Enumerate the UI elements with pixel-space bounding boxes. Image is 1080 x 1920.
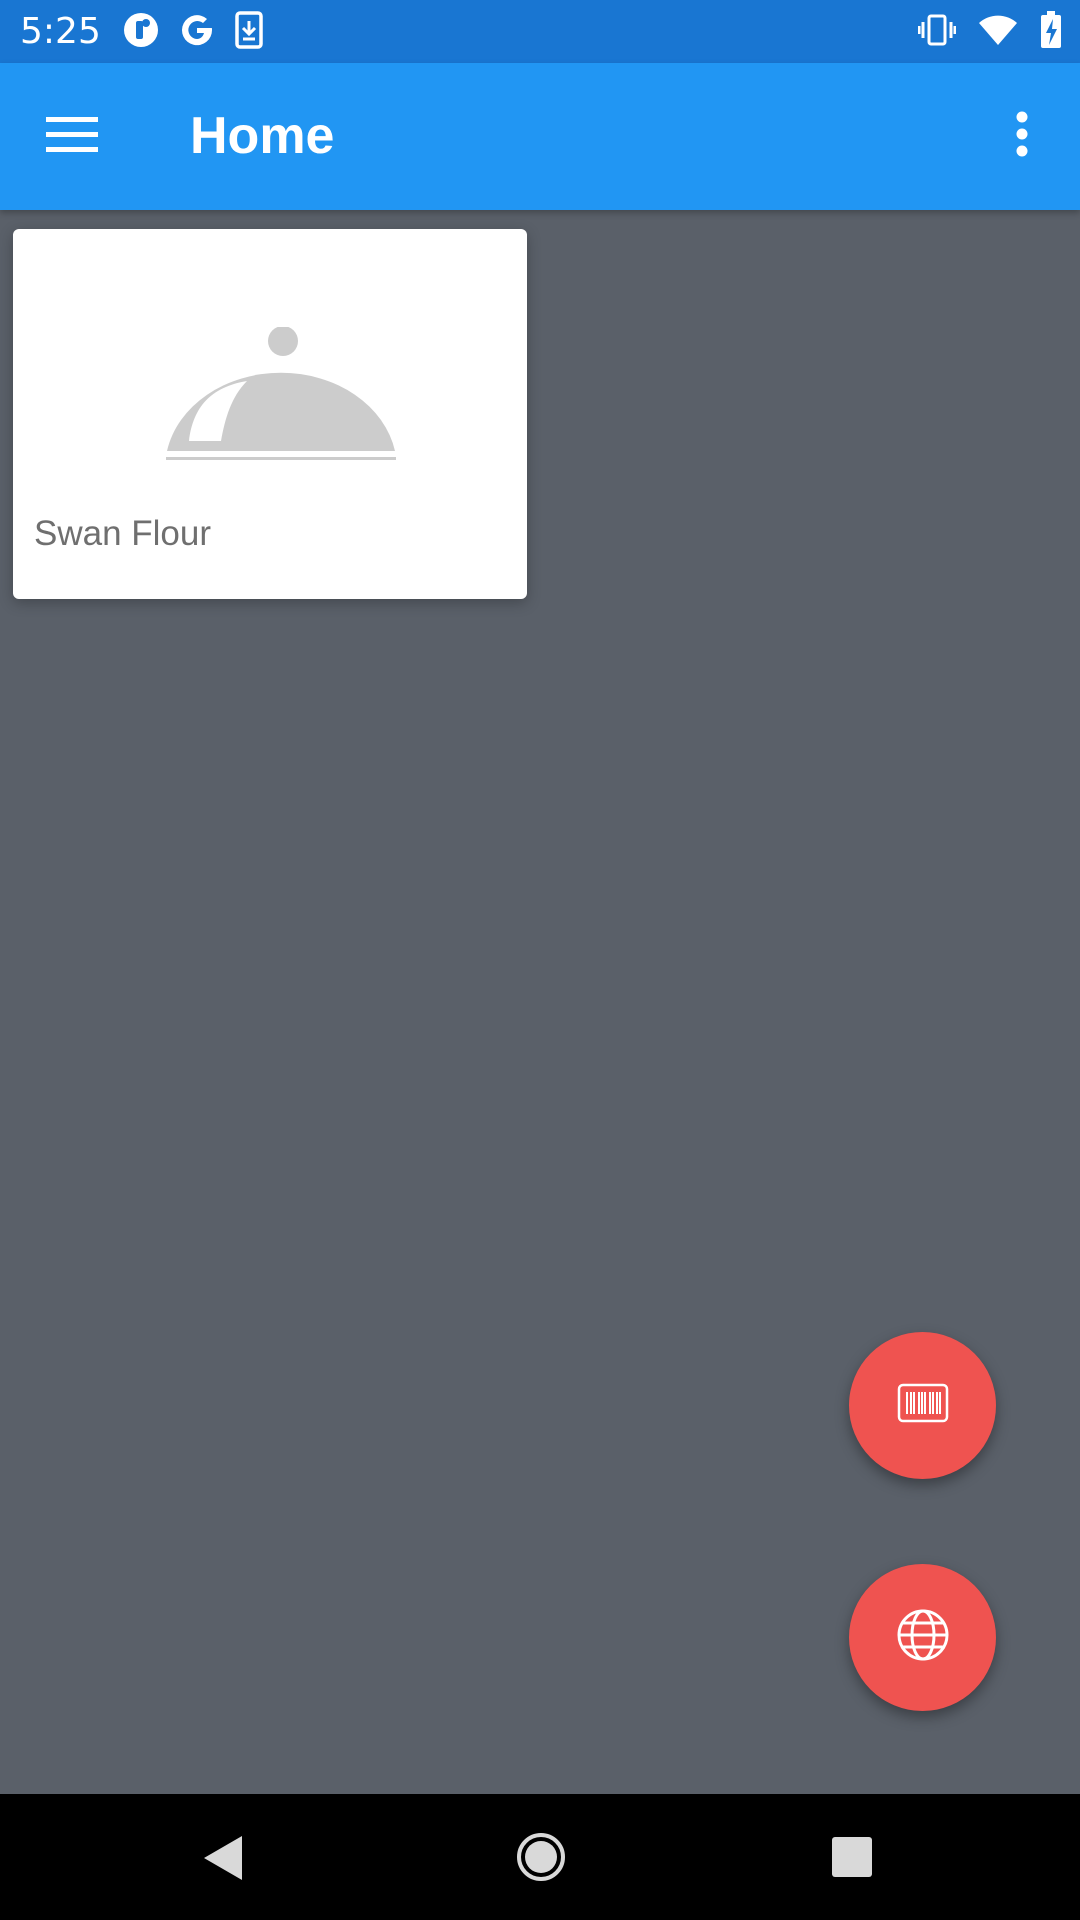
status-right-icons — [917, 10, 1062, 54]
product-card[interactable]: Swan Flour — [13, 229, 527, 599]
web-search-button[interactable] — [849, 1564, 996, 1711]
more-vert-icon — [1015, 111, 1029, 162]
page-title: Home — [190, 107, 335, 165]
status-bar: 5:25 — [0, 0, 1080, 63]
wifi-icon — [978, 14, 1018, 51]
overflow-menu-button[interactable] — [992, 106, 1052, 166]
globe-icon — [896, 1608, 950, 1667]
notification-app-icon — [122, 11, 160, 54]
battery-charging-icon — [1040, 10, 1062, 54]
vibrate-icon — [917, 13, 957, 52]
status-left-icons — [122, 10, 264, 54]
barcode-icon — [897, 1383, 949, 1428]
back-icon[interactable] — [202, 1834, 246, 1887]
food-cloche-placeholder-icon — [161, 326, 401, 467]
download-icon — [234, 10, 264, 54]
system-nav-bar — [0, 1794, 1080, 1920]
google-icon — [178, 11, 216, 54]
product-name: Swan Flour — [34, 514, 212, 553]
scan-barcode-button[interactable] — [849, 1332, 996, 1479]
hamburger-menu-icon — [46, 114, 98, 159]
recents-icon[interactable] — [831, 1836, 873, 1883]
status-time: 5:25 — [20, 11, 101, 52]
app-bar: Home — [0, 63, 1080, 210]
home-icon[interactable] — [516, 1832, 566, 1887]
content-area: Swan Flour — [0, 210, 1080, 1794]
menu-button[interactable] — [36, 106, 108, 166]
